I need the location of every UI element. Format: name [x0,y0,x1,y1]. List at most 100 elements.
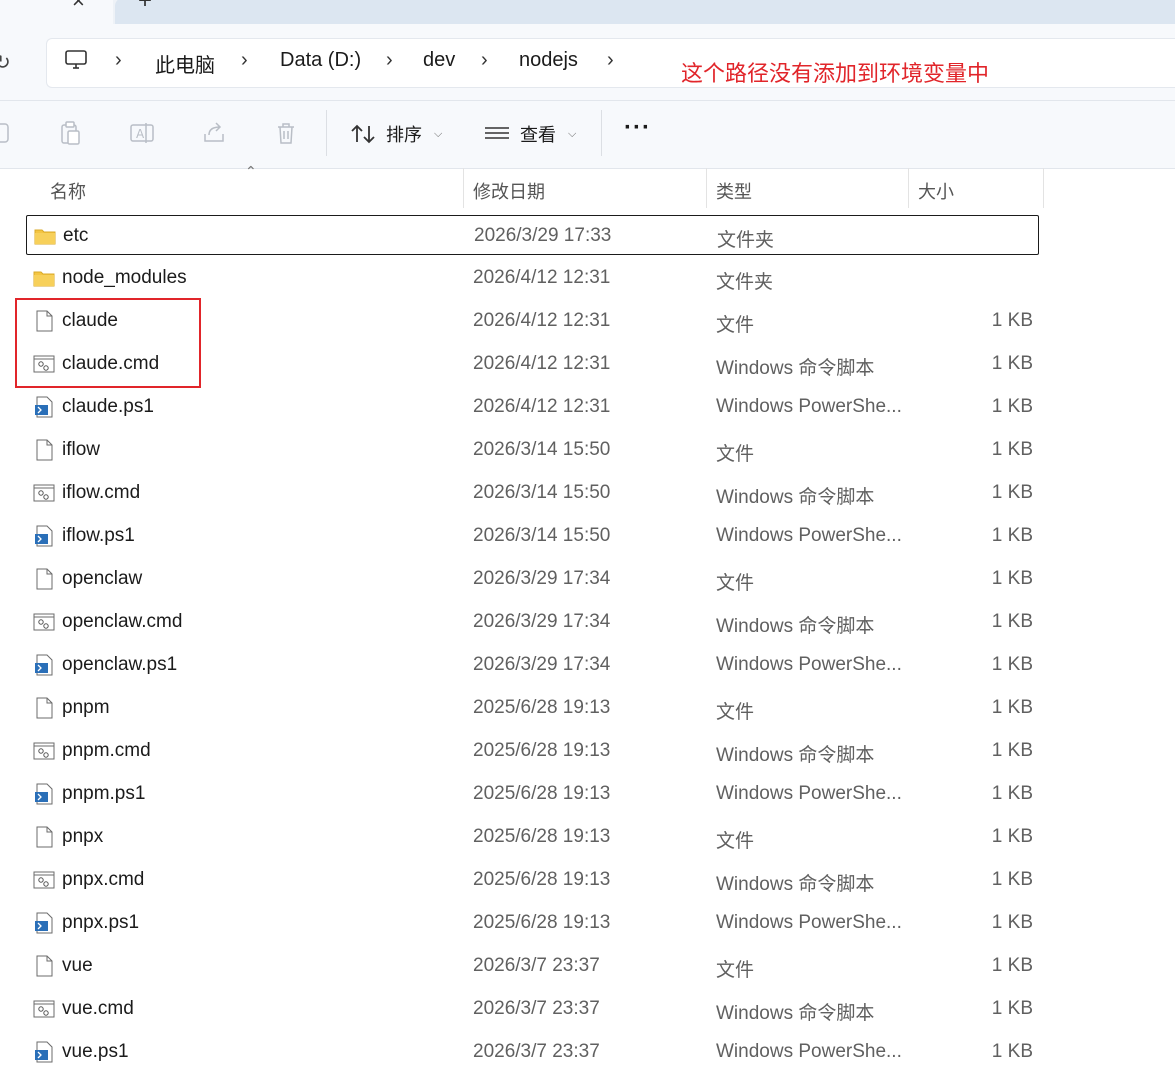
file-date-modified: 2026/3/29 17:34 [473,568,611,589]
file-type: 文件夹 [717,230,775,251]
file-name: vue.cmd [62,998,134,1019]
file-icon [33,696,55,720]
column-header-date[interactable]: 修改日期 [473,178,545,204]
share-icon[interactable] [201,120,227,146]
breadcrumb-nodejs[interactable]: nodejs [519,49,578,72]
file-row[interactable]: pnpx 2025/6/28 19:13 文件 1 KB [26,817,1039,857]
file-row[interactable]: openclaw.cmd 2026/3/29 17:34 Windows 命令脚本 1… [26,602,1039,642]
file-date-modified: 2026/3/14 15:50 [473,439,611,460]
file-row[interactable]: vue.cmd 2026/3/7 23:37 Windows 命令脚本 1 KB [26,989,1039,1029]
file-type: 文件夹 [716,272,774,293]
folder-icon [33,266,55,290]
column-divider[interactable] [463,168,464,208]
sort-ascending-icon: ⌃ [245,163,257,179]
file-size: 1 KB [991,697,1033,718]
toolbar-divider [601,110,602,156]
file-row[interactable]: pnpm.cmd 2025/6/28 19:13 Windows 命令脚本 1 KB [26,731,1039,771]
file-type: 文件 [716,573,755,594]
powershell-script-icon [33,1040,55,1064]
file-row[interactable]: etc 2026/3/29 17:33 文件夹 [26,215,1039,255]
powershell-script-icon [33,653,55,677]
rename-icon[interactable]: A [129,120,155,146]
file-size: 1 KB [991,439,1033,460]
new-tab-icon[interactable]: + [138,0,152,15]
file-date-modified: 2026/3/29 17:34 [473,611,611,632]
breadcrumb-separator-icon[interactable]: › [115,49,122,72]
file-type: 文件 [716,444,755,465]
view-button[interactable]: 查看 ⌵ [484,116,576,152]
file-type: Windows 命令脚本 [716,745,875,766]
file-type: Windows 命令脚本 [716,358,875,379]
file-size: 1 KB [991,740,1033,761]
svg-text:A: A [136,127,145,141]
view-icon [485,127,509,139]
paste-icon[interactable] [57,120,83,146]
file-date-modified: 2025/6/28 19:13 [473,869,611,890]
file-date-modified: 2025/6/28 19:13 [473,697,611,718]
file-row[interactable]: iflow 2026/3/14 15:50 文件 1 KB [26,430,1039,470]
file-size: 1 KB [991,654,1033,675]
column-divider[interactable] [706,168,707,208]
file-name: iflow.ps1 [62,525,135,546]
file-size: 1 KB [991,1041,1033,1062]
file-type: 文件 [716,831,755,852]
file-row[interactable]: openclaw 2026/3/29 17:34 文件 1 KB [26,559,1039,599]
file-row[interactable]: iflow.ps1 2026/3/14 15:50 Windows PowerShe… [26,516,1039,556]
file-type: Windows PowerShe... [716,396,902,417]
file-name: openclaw.ps1 [62,654,178,675]
file-name: openclaw [62,568,143,589]
tab-bar-background [115,0,1175,24]
sort-label: 排序 [386,125,422,145]
file-row[interactable]: pnpm.ps1 2025/6/28 19:13 Windows PowerShe.… [26,774,1039,814]
close-tab-icon[interactable]: × [72,0,85,14]
file-type: 文件 [716,960,755,981]
file-date-modified: 2026/3/7 23:37 [473,955,600,976]
file-date-modified: 2026/4/12 12:31 [473,310,611,331]
chevron-down-icon: ⌵ [568,127,577,140]
new-icon[interactable] [0,120,12,146]
breadcrumb-data-drive[interactable]: Data (D:) [280,49,361,72]
column-divider[interactable] [908,168,909,208]
powershell-script-icon [33,911,55,935]
column-header-size[interactable]: 大小 [918,178,954,204]
this-pc-icon[interactable] [64,48,88,72]
column-header-name[interactable]: 名称 [50,178,86,204]
file-row[interactable]: node_modules 2026/4/12 12:31 文件夹 [26,258,1039,298]
sort-button[interactable]: 排序 ⌵ [350,116,442,152]
breadcrumb-separator-icon[interactable]: › [481,49,488,72]
file-size: 1 KB [991,396,1033,417]
refresh-icon[interactable]: ↻ [0,50,11,75]
tab-current[interactable]: × [0,0,113,24]
file-type: 文件 [716,702,755,723]
file-name: pnpm.cmd [62,740,151,761]
delete-icon[interactable] [273,120,299,146]
file-name: pnpx.ps1 [62,912,140,933]
file-type: Windows PowerShe... [716,1041,902,1062]
breadcrumb-this-pc[interactable]: 此电脑 [155,49,215,78]
file-name: claude.ps1 [62,396,154,417]
file-row[interactable]: pnpx.cmd 2025/6/28 19:13 Windows 命令脚本 1 KB [26,860,1039,900]
file-date-modified: 2026/3/7 23:37 [473,998,600,1019]
breadcrumb-separator-icon[interactable]: › [241,49,248,72]
file-name: openclaw.cmd [62,611,183,632]
file-row[interactable]: pnpx.ps1 2025/6/28 19:13 Windows PowerShe.… [26,903,1039,943]
column-header-type[interactable]: 类型 [716,178,752,204]
file-row[interactable]: pnpm 2025/6/28 19:13 文件 1 KB [26,688,1039,728]
file-name: pnpx.cmd [62,869,145,890]
file-row[interactable]: vue.ps1 2026/3/7 23:37 Windows PowerShe...… [26,1032,1039,1072]
file-type: 文件 [716,315,755,336]
file-row[interactable]: iflow.cmd 2026/3/14 15:50 Windows 命令脚本 1 KB [26,473,1039,513]
file-type: Windows 命令脚本 [716,1003,875,1024]
file-row[interactable]: openclaw.ps1 2026/3/29 17:34 Windows Power… [26,645,1039,685]
column-divider[interactable] [1043,168,1044,208]
breadcrumb-dev[interactable]: dev [423,49,455,72]
file-date-modified: 2026/3/7 23:37 [473,1041,600,1062]
more-options-icon[interactable]: ··· [624,114,651,142]
breadcrumb-separator-icon[interactable]: › [607,49,614,72]
file-row[interactable]: vue 2026/3/7 23:37 文件 1 KB [26,946,1039,986]
file-icon [33,954,55,978]
file-size: 1 KB [991,310,1033,331]
breadcrumb-separator-icon[interactable]: › [386,49,393,72]
file-row[interactable]: claude.ps1 2026/4/12 12:31 Windows PowerSh… [26,387,1039,427]
annotation-highlight-box [15,298,201,388]
